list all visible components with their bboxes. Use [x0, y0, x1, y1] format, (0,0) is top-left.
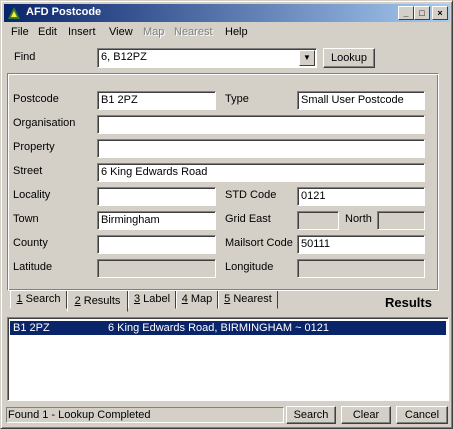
tab-map-num: 4	[181, 293, 188, 305]
chevron-down-icon[interactable]: ▼	[299, 50, 315, 66]
cancel-button[interactable]: Cancel	[396, 406, 448, 424]
postcode-field[interactable]: B1 2PZ	[97, 91, 216, 110]
tab-search-label: Search	[25, 293, 61, 305]
grid-east-field	[297, 211, 339, 230]
find-label: Find	[14, 51, 36, 63]
town-field[interactable]: Birmingham	[97, 211, 216, 230]
tab-map-label: Map	[190, 293, 213, 305]
menu-view[interactable]: View	[109, 26, 133, 38]
tab-results-num: 2	[74, 295, 81, 307]
type-field[interactable]: Small User Postcode	[297, 91, 425, 110]
grid-east-label: Grid East	[225, 213, 271, 225]
tab-search-num: 1	[16, 293, 23, 305]
result-address: 6 King Edwards Road, BIRMINGHAM ~ 0121	[108, 322, 330, 334]
latitude-label: Latitude	[13, 261, 53, 273]
postcode-label: Postcode	[13, 93, 59, 105]
menu-edit[interactable]: Edit	[38, 26, 57, 38]
menu-file[interactable]: File	[11, 26, 29, 38]
organisation-field[interactable]	[97, 115, 425, 134]
std-code-label: STD Code	[225, 189, 277, 201]
menu-insert[interactable]: Insert	[68, 26, 96, 38]
find-combobox[interactable]: 6, B12PZ ▼	[97, 48, 317, 68]
window-title: AFD Postcode	[26, 6, 102, 18]
longitude-field	[297, 259, 425, 278]
organisation-label: Organisation	[13, 117, 76, 129]
result-postcode: B1 2PZ	[13, 322, 50, 334]
search-button[interactable]: Search	[286, 406, 336, 424]
street-field[interactable]: 6 King Edwards Road	[97, 163, 425, 182]
menu-nearest[interactable]: Nearest	[174, 26, 213, 38]
close-button[interactable]: ×	[432, 6, 448, 20]
property-field[interactable]	[97, 139, 425, 158]
maximize-button[interactable]: □	[414, 6, 430, 20]
title-bar: AFD Postcode _ □ ×	[4, 4, 450, 22]
tab-label[interactable]: 3 Label	[128, 291, 176, 309]
locality-field[interactable]	[97, 187, 216, 206]
longitude-label: Longitude	[225, 261, 274, 273]
menu-help[interactable]: Help	[225, 26, 248, 38]
list-item[interactable]: B1 2PZ 6 King Edwards Road, BIRMINGHAM ~…	[10, 321, 446, 335]
tab-results-label: Results	[83, 295, 121, 307]
north-label: North	[345, 213, 372, 225]
app-logo-icon	[8, 7, 20, 19]
locality-label: Locality	[13, 189, 51, 201]
tab-nearest[interactable]: 5 Nearest	[218, 291, 278, 309]
mailsort-label: Mailsort Code	[225, 237, 293, 249]
app-window: AFD Postcode _ □ × File Edit Insert View…	[0, 0, 453, 429]
tab-results[interactable]: 2 Results	[67, 291, 128, 312]
results-heading: Results	[385, 295, 432, 310]
mailsort-field[interactable]: 50111	[297, 235, 425, 254]
lookup-button[interactable]: Lookup	[323, 48, 375, 68]
results-list[interactable]: B1 2PZ 6 King Edwards Road, BIRMINGHAM ~…	[7, 317, 449, 401]
latitude-field	[97, 259, 216, 278]
menu-map[interactable]: Map	[143, 26, 164, 38]
find-value: 6, B12PZ	[101, 51, 147, 63]
town-label: Town	[13, 213, 39, 225]
tab-nearest-label: Nearest	[233, 293, 272, 305]
minimize-button[interactable]: _	[398, 6, 414, 20]
tab-label-num: 3	[133, 293, 141, 305]
north-field	[377, 211, 425, 230]
street-label: Street	[13, 165, 43, 177]
county-label: County	[13, 237, 48, 249]
property-label: Property	[13, 141, 55, 153]
tab-label-label: Label	[143, 293, 171, 305]
status-bar: Found 1 - Lookup Completed	[6, 407, 284, 423]
type-label: Type	[225, 93, 249, 105]
clear-button[interactable]: Clear	[341, 406, 391, 424]
tab-search[interactable]: 1 Search	[10, 291, 67, 309]
tab-map[interactable]: 4 Map	[176, 291, 218, 309]
county-field[interactable]	[97, 235, 216, 254]
tab-nearest-num: 5	[224, 293, 231, 305]
std-code-field[interactable]: 0121	[297, 187, 425, 206]
